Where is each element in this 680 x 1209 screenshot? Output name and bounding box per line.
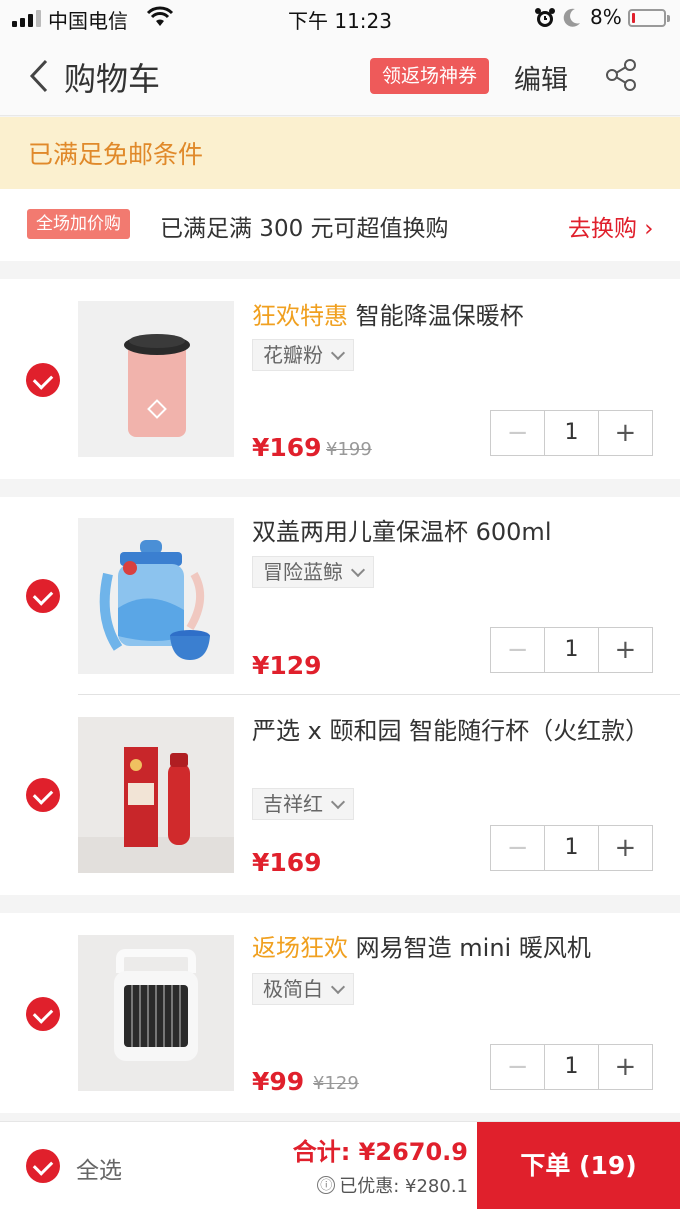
battery-percent: 8% bbox=[590, 5, 622, 29]
select-all-checkbox[interactable] bbox=[26, 1149, 60, 1183]
free-shipping-banner: 已满足免邮条件 bbox=[0, 117, 680, 189]
promo-badge: 返场狂欢 bbox=[252, 934, 348, 962]
decrease-button[interactable]: − bbox=[491, 628, 544, 672]
item-checkbox[interactable] bbox=[26, 778, 60, 812]
place-order-button[interactable]: 下单 (19) bbox=[477, 1122, 680, 1209]
status-bar: 中国电信 下午 11:23 8% bbox=[0, 0, 680, 36]
product-name[interactable]: 返场狂欢 网易智造 mini 暖风机 bbox=[252, 931, 652, 965]
cart-group: 双盖两用儿童保温杯 600ml 冒险蓝鲸 ¥129 − 1 + 严选 x 颐和园… bbox=[0, 497, 680, 895]
increase-button[interactable]: + bbox=[599, 628, 652, 672]
original-price: ¥199 bbox=[326, 439, 372, 460]
thermal-cup-image bbox=[124, 334, 190, 437]
chevron-down-icon bbox=[330, 794, 346, 809]
spec-selector[interactable]: 花瓣粉 bbox=[252, 339, 354, 371]
promo-tag: 全场加价购 bbox=[27, 209, 130, 239]
info-icon: ⓘ bbox=[317, 1176, 336, 1194]
spec-label: 吉祥红 bbox=[263, 792, 323, 816]
quantity-value[interactable]: 1 bbox=[544, 826, 599, 870]
red-tumbler-image bbox=[78, 747, 234, 873]
item-checkbox[interactable] bbox=[26, 579, 60, 613]
product-name[interactable]: 狂欢特惠 智能降温保暖杯 bbox=[252, 299, 652, 333]
cart-group: 狂欢特惠 智能降温保暖杯 花瓣粉 ¥169 ¥199 − 1 + bbox=[0, 279, 680, 479]
promo-badge: 狂欢特惠 bbox=[252, 302, 348, 330]
increase-button[interactable]: + bbox=[599, 411, 652, 455]
battery-level bbox=[632, 13, 635, 23]
spec-label: 冒险蓝鲸 bbox=[263, 560, 343, 584]
alarm-icon bbox=[535, 8, 555, 27]
spec-selector[interactable]: 冒险蓝鲸 bbox=[252, 556, 374, 588]
decrease-button[interactable]: − bbox=[491, 411, 544, 455]
product-price: ¥169 bbox=[252, 433, 322, 462]
quantity-stepper: − 1 + bbox=[490, 1044, 653, 1090]
item-checkbox[interactable] bbox=[26, 997, 60, 1031]
share-icon[interactable] bbox=[604, 58, 638, 92]
product-image[interactable] bbox=[78, 717, 234, 873]
chevron-down-icon bbox=[330, 345, 346, 360]
spec-selector[interactable]: 吉祥红 bbox=[252, 788, 354, 820]
quantity-value[interactable]: 1 bbox=[544, 411, 599, 455]
discount-info[interactable]: ⓘ 已优惠: ¥280.1 bbox=[317, 1172, 468, 1198]
item-divider bbox=[78, 694, 680, 695]
cart-item: 狂欢特惠 智能降温保暖杯 花瓣粉 ¥169 ¥199 − 1 + bbox=[0, 279, 680, 477]
spec-label: 极简白 bbox=[263, 977, 323, 1001]
quantity-value[interactable]: 1 bbox=[544, 1045, 599, 1089]
cart-item: 返场狂欢 网易智造 mini 暖风机 极简白 ¥99 ¥129 − 1 + bbox=[0, 913, 680, 1111]
chevron-down-icon bbox=[330, 979, 346, 994]
checkout-bar: 全选 合计: ¥2670.9 ⓘ 已优惠: ¥280.1 下单 (19) bbox=[0, 1121, 680, 1209]
free-shipping-text: 已满足免邮条件 bbox=[28, 140, 204, 169]
increase-button[interactable]: + bbox=[599, 826, 652, 870]
page-title: 购物车 bbox=[64, 60, 161, 98]
cart-item: 严选 x 颐和园 智能随行杯（火红款） 吉祥红 ¥169 − 1 + bbox=[0, 696, 680, 894]
discount-amount: 已优惠: ¥280.1 bbox=[339, 1176, 468, 1197]
original-price: ¥129 bbox=[313, 1073, 359, 1094]
quantity-stepper: − 1 + bbox=[490, 410, 653, 456]
select-all-label[interactable]: 全选 bbox=[76, 1151, 122, 1185]
moon-icon bbox=[563, 8, 580, 27]
product-title: 严选 x 颐和园 智能随行杯（火红款） bbox=[252, 717, 650, 745]
chevron-down-icon bbox=[350, 562, 366, 577]
product-price: ¥169 bbox=[252, 848, 322, 877]
spec-selector[interactable]: 极简白 bbox=[252, 973, 354, 1005]
decrease-button[interactable]: − bbox=[491, 1045, 544, 1089]
battery-icon bbox=[628, 9, 670, 27]
promo-text: 已满足满 300 元可超值换购 bbox=[160, 216, 449, 242]
decrease-button[interactable]: − bbox=[491, 826, 544, 870]
add-on-promo-row[interactable]: 全场加价购 已满足满 300 元可超值换购 去换购 › bbox=[0, 189, 680, 261]
product-price: ¥129 bbox=[252, 651, 322, 680]
kids-bottle-image bbox=[99, 540, 210, 660]
quantity-value[interactable]: 1 bbox=[544, 628, 599, 672]
product-title: 智能降温保暖杯 bbox=[355, 302, 524, 330]
quantity-stepper: − 1 + bbox=[490, 627, 653, 673]
product-name[interactable]: 严选 x 颐和园 智能随行杯（火红款） bbox=[252, 714, 652, 748]
quantity-stepper: − 1 + bbox=[490, 825, 653, 871]
product-title: 网易智造 mini 暖风机 bbox=[355, 934, 591, 962]
product-price: ¥99 bbox=[252, 1067, 305, 1096]
item-checkbox[interactable] bbox=[26, 363, 60, 397]
spec-label: 花瓣粉 bbox=[263, 343, 323, 367]
total-price: 合计: ¥2670.9 bbox=[292, 1138, 468, 1166]
product-image[interactable] bbox=[78, 935, 234, 1091]
coupon-button[interactable]: 领返场神券 bbox=[370, 58, 490, 94]
product-title: 双盖两用儿童保温杯 600ml bbox=[252, 518, 552, 546]
back-arrow-icon[interactable] bbox=[28, 58, 50, 94]
product-image[interactable] bbox=[78, 301, 234, 457]
promo-exchange-link[interactable]: 去换购 › bbox=[568, 209, 654, 243]
heater-image bbox=[114, 949, 198, 1061]
nav-bar: 购物车 领返场神券 编辑 bbox=[0, 36, 680, 116]
increase-button[interactable]: + bbox=[599, 1045, 652, 1089]
cart-item: 双盖两用儿童保温杯 600ml 冒险蓝鲸 ¥129 − 1 + bbox=[0, 497, 680, 695]
edit-button[interactable]: 编辑 bbox=[514, 58, 568, 97]
product-name[interactable]: 双盖两用儿童保温杯 600ml bbox=[252, 515, 652, 549]
product-image[interactable] bbox=[78, 518, 234, 674]
cart-group: 返场狂欢 网易智造 mini 暖风机 极简白 ¥99 ¥129 − 1 + bbox=[0, 913, 680, 1113]
